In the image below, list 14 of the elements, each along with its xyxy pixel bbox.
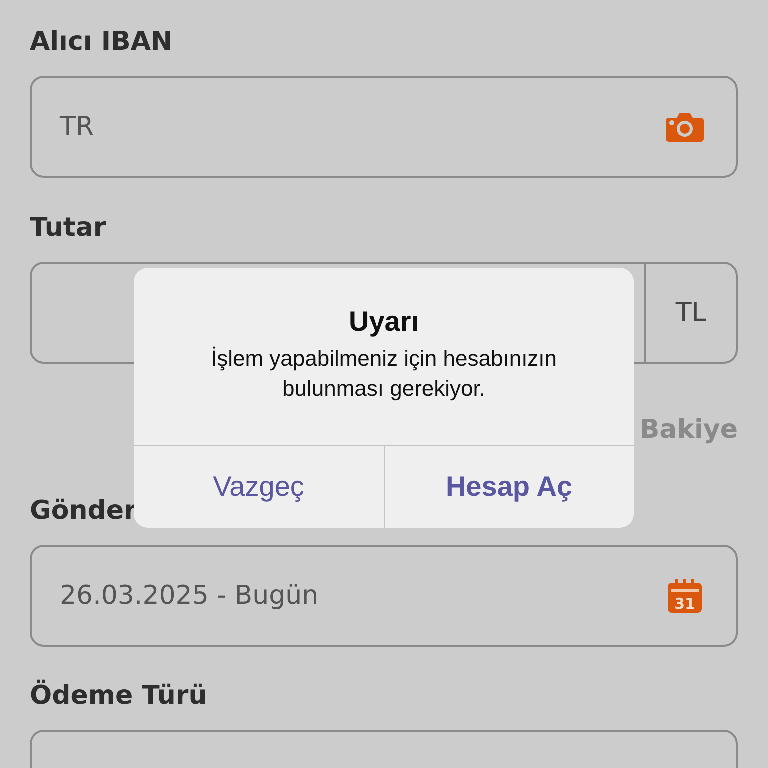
- dialog-title: Uyarı: [348, 306, 420, 338]
- date-value: 26.03.2025 - Bugün: [60, 581, 319, 611]
- dialog-message: İşlem yapabilmeniz için hesabınızın bulunması gerekiyor.: [210, 345, 558, 403]
- field-label: Alıcı IBAN: [30, 26, 173, 59]
- field-label: Tutar: [30, 212, 106, 245]
- field-label: Ödeme Türü: [30, 678, 208, 713]
- currency-label: TL: [644, 264, 736, 362]
- iban-field[interactable]: TR: [30, 76, 738, 178]
- balance-label: Bakiye: [640, 414, 738, 447]
- camera-icon[interactable]: [666, 112, 704, 142]
- date-field[interactable]: 26.03.2025 - Bugün 31: [30, 545, 738, 647]
- cancel-button[interactable]: Vazgeç: [134, 446, 384, 528]
- field-label: Gönder: [30, 495, 137, 528]
- confirm-button[interactable]: Hesap Aç: [384, 446, 634, 528]
